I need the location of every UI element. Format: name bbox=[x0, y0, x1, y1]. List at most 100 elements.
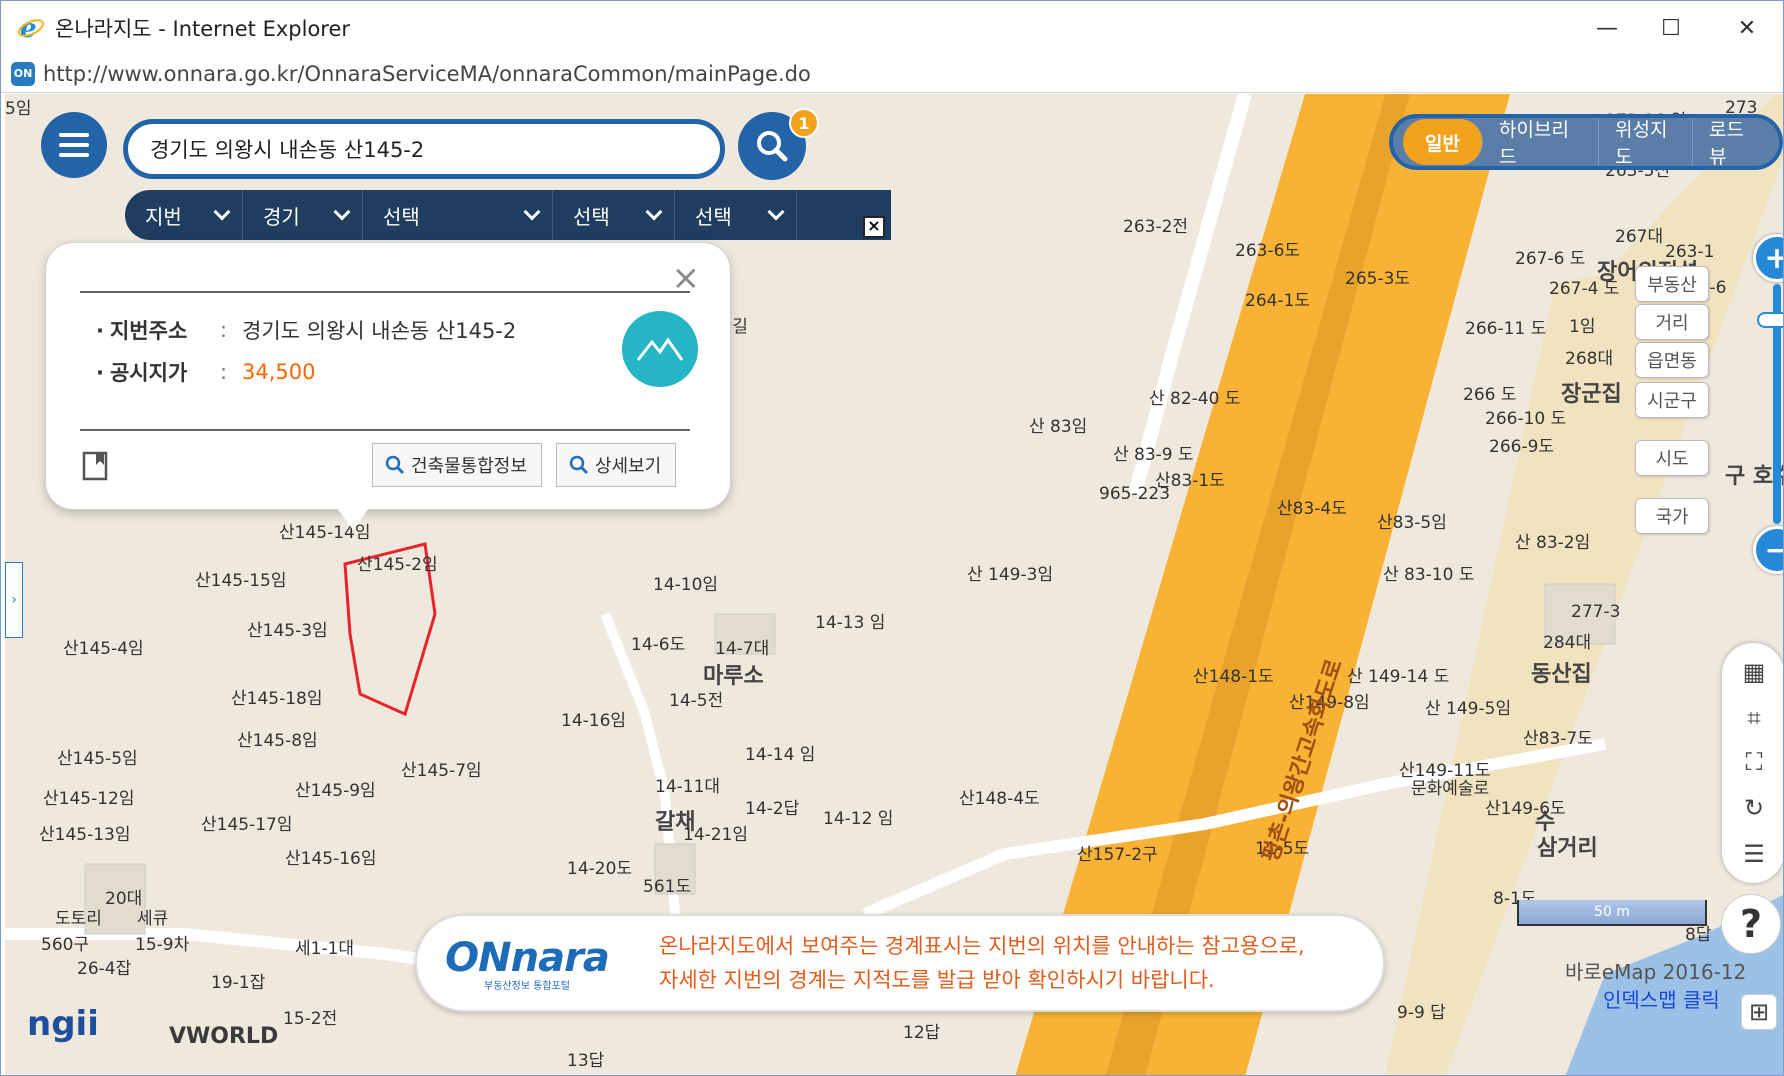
map-label: 561도 bbox=[643, 877, 692, 897]
chevron-down-icon bbox=[523, 203, 541, 221]
map-label: 산157-2구 bbox=[1077, 845, 1158, 865]
search-input[interactable] bbox=[150, 137, 690, 161]
map-label: 13답 bbox=[567, 1051, 605, 1071]
plus-icon: + bbox=[1764, 241, 1783, 276]
map-label: 14-5전 bbox=[669, 691, 724, 711]
select-dong[interactable]: 선택 bbox=[675, 190, 797, 240]
map-label: 산 149-14 도 bbox=[1347, 667, 1450, 687]
select-type[interactable]: 지번 bbox=[125, 190, 243, 240]
level-dong[interactable]: 읍면동 bbox=[1635, 342, 1709, 378]
address-key: 지번주소 bbox=[96, 315, 220, 345]
divider bbox=[80, 429, 690, 431]
map-label: 산145-17임 bbox=[201, 815, 293, 835]
map-label: 장군집 bbox=[1561, 382, 1622, 407]
ngii-logo: ngii bbox=[27, 1004, 99, 1044]
level-country[interactable]: 국가 bbox=[1635, 498, 1709, 534]
help-button[interactable]: ? bbox=[1721, 894, 1781, 954]
chevron-down-icon bbox=[645, 203, 663, 221]
select-dong-label: 선택 bbox=[695, 204, 732, 229]
zoom-control: + − bbox=[1753, 234, 1783, 574]
map-label: 산145-9임 bbox=[295, 781, 376, 801]
map-label: 산148-1도 bbox=[1193, 667, 1274, 687]
map-label: 산83-1도 bbox=[1155, 471, 1225, 491]
side-panel-toggle[interactable]: › bbox=[5, 562, 23, 638]
bookmark-icon[interactable] bbox=[82, 451, 108, 481]
map-type-satellite[interactable]: 위성지도 bbox=[1599, 119, 1693, 166]
building-info-button[interactable]: 건축물통합정보 bbox=[372, 443, 542, 487]
calculator-icon[interactable]: ▦ bbox=[1739, 657, 1769, 687]
close-window-button[interactable]: ✕ bbox=[1727, 11, 1767, 45]
menu-button[interactable] bbox=[41, 112, 107, 178]
map-type-roadview[interactable]: 로드뷰 bbox=[1693, 119, 1773, 166]
map-label: 14-11대 bbox=[655, 777, 721, 797]
selectors-close-button[interactable]: × bbox=[863, 216, 885, 238]
url-text[interactable]: http://www.onnara.go.kr/OnnaraServiceMA/… bbox=[43, 62, 811, 86]
map-label: 산145-5임 bbox=[57, 749, 138, 769]
vworld-logo: VWORLD bbox=[169, 1024, 279, 1049]
address-value: 경기도 의왕시 내손동 산145-2 bbox=[242, 319, 517, 343]
map-label: 산 83임 bbox=[1029, 417, 1088, 437]
map-label: 세큐 bbox=[137, 909, 169, 929]
map-label: 14-6도 bbox=[631, 635, 686, 655]
zoom-in-button[interactable]: + bbox=[1753, 234, 1783, 282]
list-icon[interactable]: ☰ bbox=[1739, 839, 1769, 869]
map-label: 산145-18임 bbox=[231, 689, 323, 709]
onnara-logo: ONnara 부동산정보 통합포털 bbox=[429, 922, 625, 1004]
level-realestate[interactable]: 부동산 bbox=[1635, 266, 1709, 302]
crop-icon[interactable]: ⌗ bbox=[1739, 703, 1769, 733]
select-district[interactable]: 선택 bbox=[553, 190, 675, 240]
map-canvas[interactable]: 273-16 임273263-5전263-2전263-6도265-3도264-1… bbox=[5, 94, 1783, 1075]
address-row: 지번주소 : 경기도 의왕시 내손동 산145-2 bbox=[96, 315, 516, 345]
price-colon: : bbox=[220, 360, 228, 384]
search-icon bbox=[385, 455, 405, 475]
refresh-icon[interactable]: ↻ bbox=[1739, 793, 1769, 823]
map-label: 14-20도 bbox=[567, 859, 633, 879]
select-province-label: 경기 bbox=[263, 204, 300, 229]
zoom-out-button[interactable]: − bbox=[1753, 526, 1783, 574]
map-label: 산145-15임 bbox=[195, 571, 287, 591]
tool-panel: ▦ ⌗ ⛶ ↻ ☰ bbox=[1721, 642, 1783, 884]
select-province[interactable]: 경기 bbox=[243, 190, 363, 240]
map-label: 26-4잡 bbox=[77, 959, 132, 979]
map-label: 산145-7임 bbox=[401, 761, 482, 781]
map-label: 산148-4도 bbox=[959, 789, 1040, 809]
add-note-icon[interactable]: ⊞ bbox=[1741, 994, 1777, 1030]
index-map-link[interactable]: 인덱스맵 클릭 bbox=[1603, 984, 1720, 1013]
map-label: 산83-5임 bbox=[1377, 513, 1447, 533]
detail-view-button[interactable]: 상세보기 bbox=[556, 443, 677, 487]
fullscreen-icon[interactable]: ⛶ bbox=[1739, 747, 1769, 777]
map-label: 266-9도 bbox=[1489, 437, 1555, 457]
select-district-label: 선택 bbox=[573, 204, 610, 229]
popup-close-icon[interactable]: × bbox=[672, 261, 701, 295]
level-street[interactable]: 거리 bbox=[1635, 304, 1709, 340]
level-sigungu[interactable]: 시군구 bbox=[1635, 382, 1709, 418]
building-info-label: 건축물통합정보 bbox=[411, 456, 527, 477]
map-label: 267대 bbox=[1615, 227, 1664, 247]
maximize-button[interactable]: ☐ bbox=[1651, 11, 1691, 45]
ie-logo-icon: e bbox=[17, 14, 45, 44]
map-label: 산145-13임 bbox=[39, 825, 131, 845]
map-label: 1임 bbox=[1569, 317, 1596, 337]
map-label: 9-9 답 bbox=[1397, 1003, 1446, 1023]
map-label: 266 도 bbox=[1463, 385, 1517, 405]
chevron-down-icon bbox=[767, 203, 785, 221]
search-count-badge: 1 bbox=[789, 108, 819, 138]
map-label: 263-6도 bbox=[1235, 241, 1301, 261]
price-key: 공시지가 bbox=[96, 357, 220, 387]
popup-pointer bbox=[337, 508, 369, 530]
map-label: 세1-1대 bbox=[295, 939, 355, 959]
map-type-normal[interactable]: 일반 bbox=[1403, 119, 1483, 165]
notice-banner: ONnara 부동산정보 통합포털 온나라지도에서 보여주는 경계표시는 지번의… bbox=[415, 914, 1385, 1012]
maximize-icon: ☐ bbox=[1661, 15, 1681, 41]
map-label: 266-11 도 bbox=[1465, 319, 1547, 339]
chevron-down-icon bbox=[333, 203, 351, 221]
onnara-logo-text: ONnara bbox=[445, 934, 610, 981]
search-box[interactable] bbox=[123, 119, 725, 179]
select-city[interactable]: 선택 bbox=[363, 190, 553, 240]
map-label: 산 149-5임 bbox=[1425, 699, 1512, 719]
minimize-button[interactable]: — bbox=[1587, 11, 1627, 45]
address-bar[interactable]: ON http://www.onnara.go.kr/OnnaraService… bbox=[1, 55, 1783, 93]
zoom-handle[interactable] bbox=[1757, 312, 1783, 328]
map-type-hybrid[interactable]: 하이브리드 bbox=[1483, 119, 1599, 166]
level-sido[interactable]: 시도 bbox=[1635, 440, 1709, 476]
